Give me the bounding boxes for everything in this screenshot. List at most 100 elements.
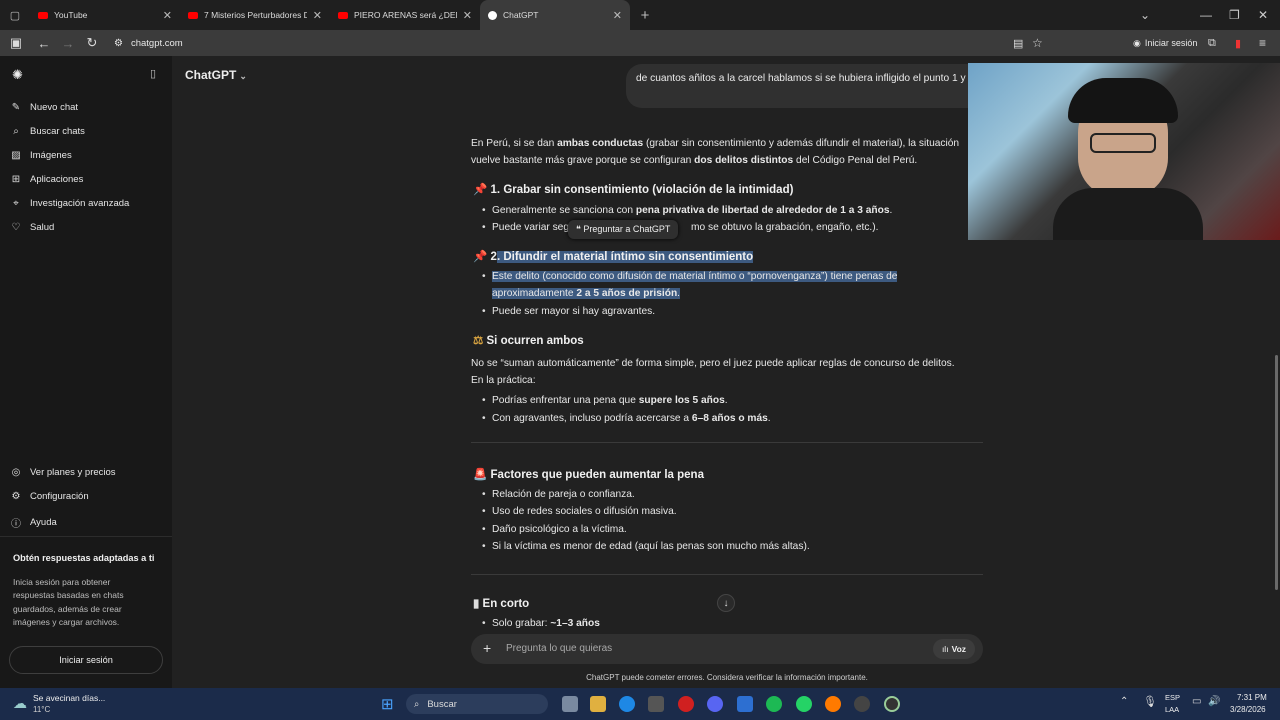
extensions-icon[interactable]: ⧉ xyxy=(1208,37,1216,50)
composer-input[interactable]: Pregunta lo que quieras xyxy=(506,643,612,654)
minimize-icon[interactable]: — xyxy=(1200,0,1212,30)
hair-shape xyxy=(1068,78,1178,123)
language-label[interactable]: ESP xyxy=(1165,693,1180,702)
reader-icon[interactable]: ▤ xyxy=(1013,37,1023,50)
heart-icon: ♡ xyxy=(11,222,21,233)
scrollbar[interactable] xyxy=(1275,355,1278,590)
browser-tab-bar: ▢ YouTube ✕ 7 Misterios Perturbadores De… xyxy=(0,0,1280,30)
section2-heading: 📌 2. Difundir el material íntimo sin con… xyxy=(473,249,754,263)
heading-number: 2 xyxy=(490,251,497,263)
section4-heading: 🚨 Factores que pueden aumentar la pena xyxy=(473,467,704,481)
close-icon[interactable]: ✕ xyxy=(163,9,172,22)
url-field[interactable]: ⚙ chatgpt.com xyxy=(114,38,183,49)
pin-icon: 📌 xyxy=(473,251,488,263)
list-item: Puede ser mayor si hay agravantes. xyxy=(482,303,952,320)
task-view-icon[interactable] xyxy=(562,696,578,712)
sidebar-item-label: Investigación avanzada xyxy=(30,198,130,209)
tooltip-label: Preguntar a ChatGPT xyxy=(583,224,671,234)
divider xyxy=(471,442,983,443)
text: Si la víctima es menor de edad (aquí las… xyxy=(492,541,810,552)
sidebar-item-settings[interactable]: ⚙ Configuración xyxy=(10,491,89,502)
sidebar-item-plans[interactable]: ◎ Ver planes y precios xyxy=(10,467,116,478)
plans-icon: ◎ xyxy=(11,467,21,478)
volume-icon[interactable]: 🔊 xyxy=(1208,696,1220,707)
refresh-icon[interactable]: ↻ xyxy=(80,35,104,51)
promo-title: Obtén respuestas adaptadas a ti xyxy=(13,553,155,563)
steam-icon[interactable] xyxy=(854,696,870,712)
clock-time[interactable]: 7:31 PM xyxy=(1237,693,1267,702)
spotify-icon[interactable] xyxy=(766,696,782,712)
ask-chatgpt-tooltip[interactable]: ❝ Preguntar a ChatGPT xyxy=(568,220,679,239)
network-icon[interactable]: ▭ xyxy=(1192,696,1201,707)
text: Generalmente se sanciona con xyxy=(492,205,636,216)
keyboard-layout-label[interactable]: LAA xyxy=(1165,705,1179,714)
collapse-sidebar-icon[interactable]: ▯ xyxy=(150,67,156,80)
edge-icon[interactable] xyxy=(619,696,635,712)
back-icon[interactable]: ← xyxy=(32,36,56,51)
obs-icon[interactable] xyxy=(884,696,900,712)
tab-search-icon[interactable]: ⌄ xyxy=(1140,0,1150,30)
model-selector[interactable]: ChatGPT ⌄ xyxy=(185,68,247,82)
store-icon[interactable] xyxy=(648,696,664,712)
sidebar-item-label: Nuevo chat xyxy=(30,102,79,113)
text: En Perú, si se dan xyxy=(471,138,558,149)
restore-icon[interactable]: ❐ xyxy=(1229,0,1240,30)
taskbar-search[interactable]: ⌕ Buscar xyxy=(406,694,548,714)
file-explorer-icon[interactable] xyxy=(590,696,606,712)
sidebar-item-new-chat[interactable]: ✎ Nuevo chat xyxy=(10,102,78,113)
window-close-icon[interactable]: ✕ xyxy=(1258,0,1268,30)
address-bar: ▣ ← → ↻ ⚙ chatgpt.com ▤ ☆ ◉ Iniciar sesi… xyxy=(0,30,1280,56)
sidebar-item-health[interactable]: ♡ Salud xyxy=(10,222,55,233)
site-info-icon[interactable]: ⚙ xyxy=(114,38,123,49)
signin-button[interactable]: ◉ Iniciar sesión xyxy=(1133,38,1197,49)
new-tab-icon[interactable]: + xyxy=(630,0,660,30)
sidebar-item-images[interactable]: ▨ Imágenes xyxy=(10,150,72,161)
forward-icon[interactable]: → xyxy=(56,36,80,51)
bold-text: 2 a 5 años de prisión xyxy=(576,288,678,299)
opera-icon[interactable] xyxy=(678,696,694,712)
search-icon: ⌕ xyxy=(13,126,19,137)
plus-icon[interactable]: + xyxy=(483,640,491,656)
tab-actions-icon[interactable]: ▢ xyxy=(0,0,30,30)
microphone-icon[interactable]: 🎙 xyxy=(1143,695,1157,708)
weather-temp: 11°C xyxy=(33,705,51,714)
sidebar-item-label: Ver planes y precios xyxy=(30,467,116,478)
chatgpt-logo-icon[interactable]: ✺ xyxy=(12,67,23,83)
tab-misterios[interactable]: 7 Misterios Perturbadores Del C ✕ xyxy=(180,0,330,30)
discord-icon[interactable] xyxy=(707,696,723,712)
divider xyxy=(471,574,983,575)
close-icon[interactable]: ✕ xyxy=(313,9,322,22)
disclaimer: ChatGPT puede cometer errores. Considera… xyxy=(586,673,868,682)
text: En la práctica: xyxy=(471,375,536,386)
bold-text: ~1–3 años xyxy=(550,618,600,629)
scroll-down-icon[interactable]: ↓ xyxy=(717,594,735,612)
weather-title[interactable]: Se avecinan días... xyxy=(33,693,105,703)
extension-icon[interactable]: ▮ xyxy=(1235,37,1241,50)
chevron-down-icon: ⌄ xyxy=(239,71,247,81)
sidebar-toggle-icon[interactable]: ▣ xyxy=(4,35,28,51)
close-icon[interactable]: ✕ xyxy=(463,9,472,22)
sidebar-item-label: Imágenes xyxy=(30,150,72,161)
list-item: Este delito (conocido como difusión de m… xyxy=(482,268,952,302)
sidebar-item-apps[interactable]: ⊞ Aplicaciones xyxy=(10,174,84,185)
list-item: Con agravantes, incluso podría acercarse… xyxy=(482,410,982,427)
star-icon[interactable]: ☆ xyxy=(1032,36,1043,50)
login-button[interactable]: Iniciar sesión xyxy=(9,646,163,674)
whatsapp-icon[interactable] xyxy=(796,696,812,712)
tab-piero[interactable]: PIERO ARENAS será ¿DENUNCIA ✕ xyxy=(330,0,480,30)
windows-start-icon[interactable]: ⊞ xyxy=(381,695,394,713)
voice-button[interactable]: ılı Voz xyxy=(933,639,975,659)
sidebar-item-search[interactable]: ⌕ Buscar chats xyxy=(10,126,85,137)
app-icon[interactable] xyxy=(737,696,753,712)
sidebar-item-help[interactable]: ⓘ Ayuda xyxy=(10,515,57,530)
close-icon[interactable]: ✕ xyxy=(613,9,622,22)
tab-youtube[interactable]: YouTube ✕ xyxy=(30,0,180,30)
tab-chatgpt[interactable]: ChatGPT ✕ xyxy=(480,0,630,30)
clock-date[interactable]: 3/28/2026 xyxy=(1230,705,1266,714)
text: Puede ser mayor si hay agravantes. xyxy=(492,306,656,317)
sidebar-item-research[interactable]: ⌖ Investigación avanzada xyxy=(10,198,129,209)
menu-icon[interactable]: ≡ xyxy=(1259,36,1266,50)
chevron-up-icon[interactable]: ⌃ xyxy=(1120,696,1128,707)
text: del Código Penal del Perú. xyxy=(793,155,918,166)
firefox-icon[interactable] xyxy=(825,696,841,712)
